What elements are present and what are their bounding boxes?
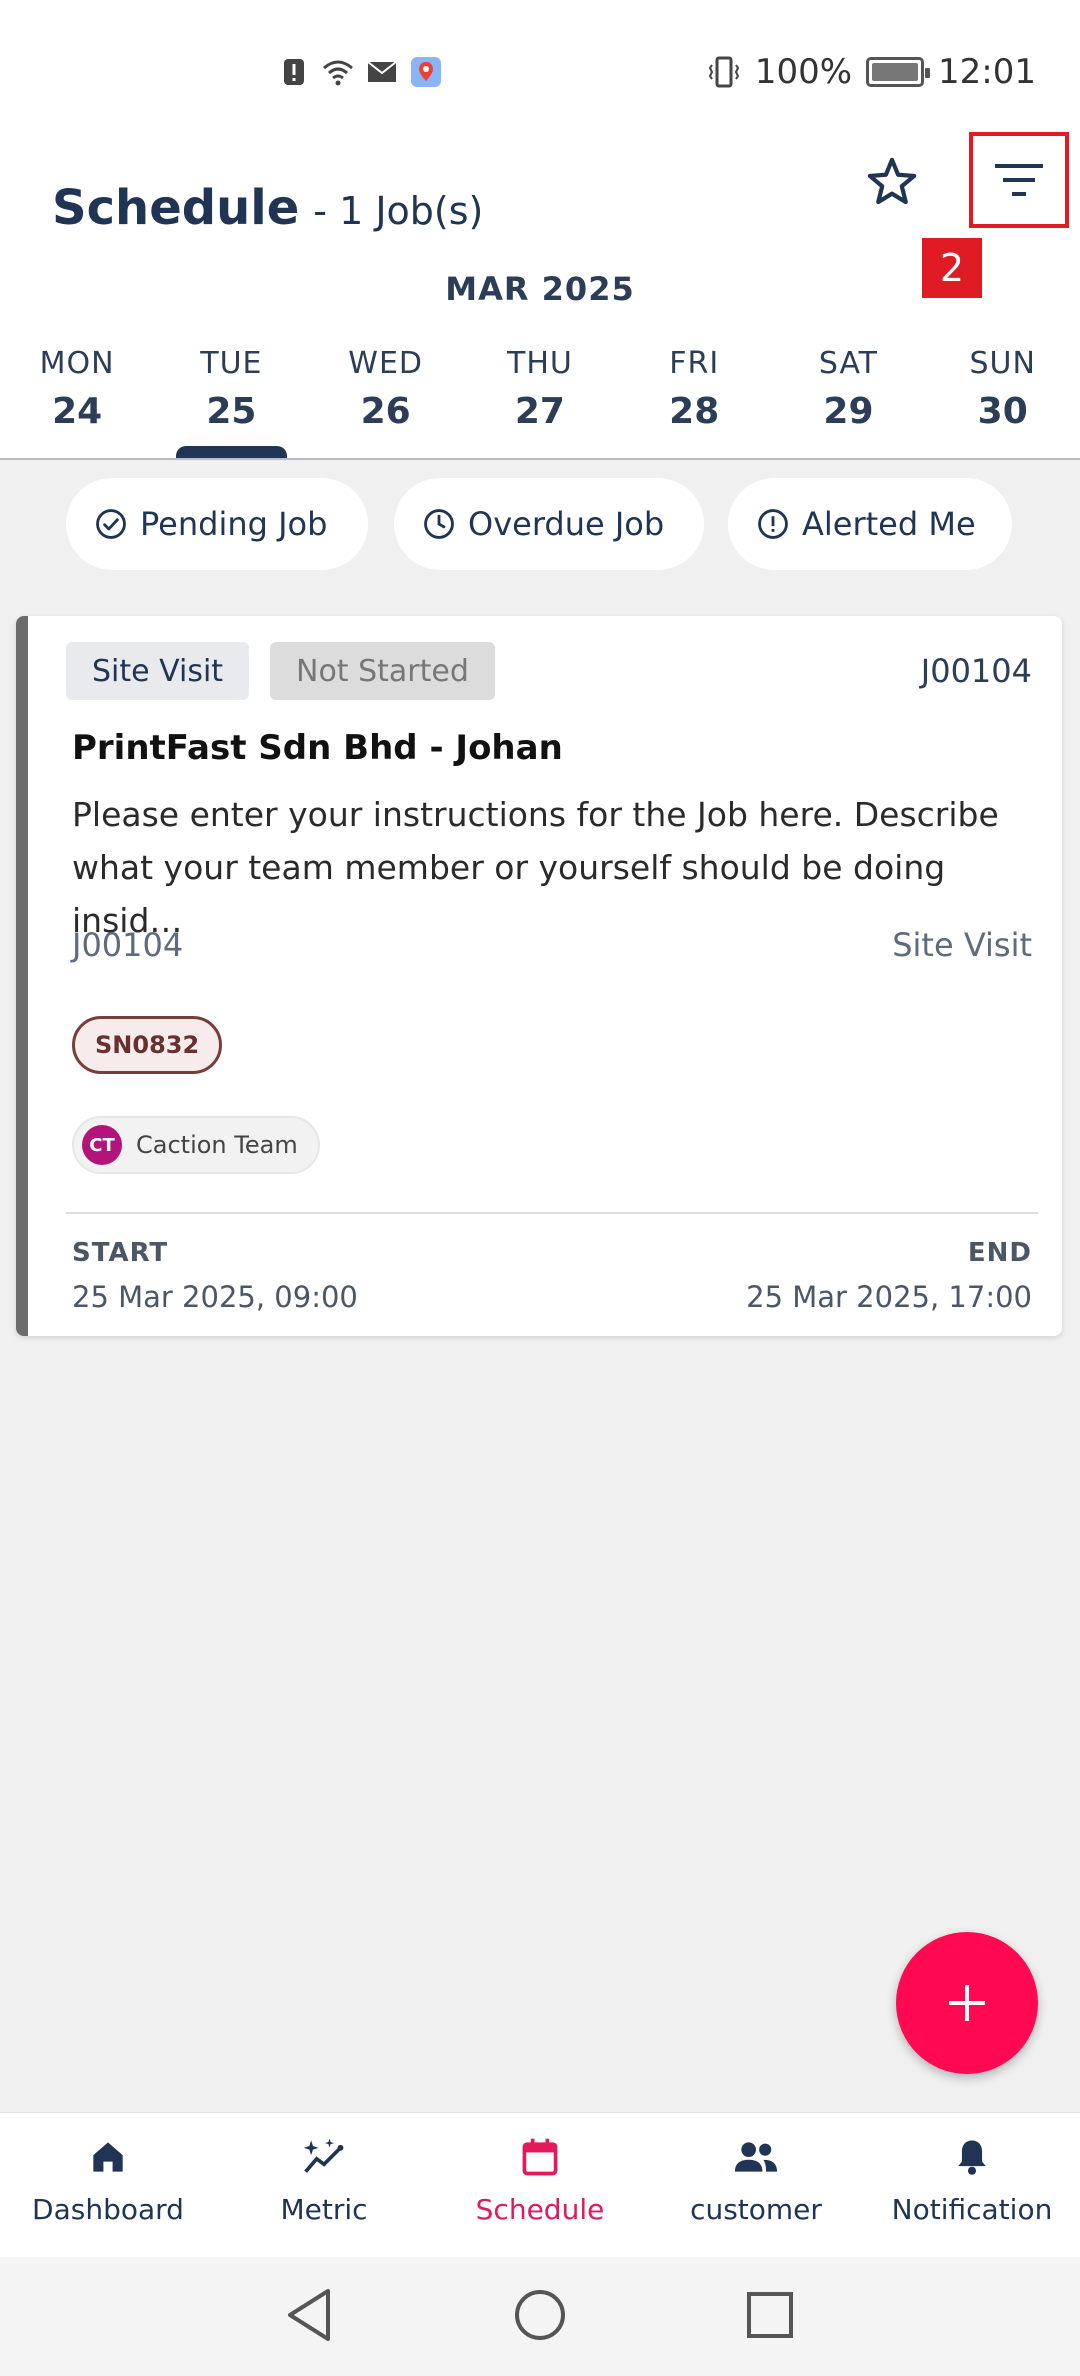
job-count: - 1 Job(s)	[313, 189, 484, 233]
job-type-secondary: Site Visit	[892, 926, 1032, 964]
status-icons-left	[278, 56, 442, 88]
filter-button[interactable]	[969, 132, 1069, 228]
battery-percent: 100%	[754, 52, 853, 92]
start-label: START	[72, 1238, 169, 1268]
nav-customer[interactable]: customer	[648, 2113, 864, 2257]
day-date: 28	[669, 391, 720, 432]
team-pill: CT Caction Team	[72, 1116, 320, 1174]
customer-name: PrintFast Sdn Bhd - Johan	[72, 728, 563, 768]
day-date: 27	[514, 391, 565, 432]
day-mon[interactable]: MON 24	[0, 346, 154, 458]
system-recents-button[interactable]	[740, 2285, 800, 2345]
day-date: 24	[52, 391, 103, 432]
day-name: SUN	[969, 346, 1036, 381]
back-triangle-icon	[288, 2289, 330, 2341]
calendar-icon	[522, 2138, 558, 2176]
job-id: J00104	[920, 652, 1032, 690]
clock: 12:01	[938, 52, 1036, 92]
page-title-group: Schedule - 1 Job(s)	[52, 180, 483, 236]
schedule-header: Schedule - 1 Job(s) 2 MAR 2025 MON 24 TUE…	[0, 132, 1080, 460]
nav-label: Dashboard	[32, 2193, 184, 2226]
chip-label: Alerted Me	[802, 505, 976, 543]
nav-notification[interactable]: Notification	[864, 2113, 1080, 2257]
bottom-navigation: Dashboard Metric Schedule customer Notif…	[0, 2112, 1080, 2257]
serial-number-pill: SN0832	[72, 1016, 223, 1074]
sparkle-chart-icon	[303, 2138, 344, 2173]
selected-day-indicator	[176, 446, 287, 458]
job-card[interactable]: Site Visit Not Started J00104 PrintFast …	[16, 616, 1062, 1336]
job-id-secondary: J00104	[72, 926, 184, 964]
pending-job-chip[interactable]: Pending Job	[66, 478, 368, 570]
day-name: SAT	[818, 346, 879, 381]
recents-square-icon	[747, 2292, 793, 2338]
clock-icon	[424, 509, 454, 539]
page-title: Schedule	[52, 180, 300, 236]
system-navigation-bar	[0, 2257, 1080, 2376]
day-sat[interactable]: SAT 29	[771, 346, 925, 458]
chip-label: Overdue Job	[468, 505, 665, 543]
day-date: 26	[360, 391, 411, 432]
day-date: 29	[823, 391, 874, 432]
day-thu[interactable]: THU 27	[463, 346, 617, 458]
favorite-button[interactable]	[860, 150, 924, 214]
wifi-icon	[323, 60, 353, 86]
day-name: FRI	[669, 346, 720, 381]
day-wed[interactable]: WED 26	[309, 346, 463, 458]
job-description: Please enter your instructions for the J…	[72, 795, 999, 940]
day-name: THU	[507, 346, 573, 381]
nav-schedule[interactable]: Schedule	[432, 2113, 648, 2257]
mail-icon	[367, 61, 397, 82]
people-icon	[734, 2142, 778, 2172]
job-type-tag: Site Visit	[66, 642, 250, 700]
system-back-button[interactable]	[280, 2285, 340, 2345]
nav-label: Schedule	[475, 2193, 605, 2226]
star-icon	[867, 157, 917, 205]
end-label: END	[967, 1238, 1032, 1268]
job-status-tag: Not Started	[270, 642, 495, 700]
home-circle-icon	[515, 2290, 565, 2340]
day-date: 25	[206, 391, 257, 432]
day-name: MON	[39, 346, 115, 381]
nav-label: Metric	[280, 2193, 368, 2226]
bell-icon	[958, 2140, 986, 2175]
alert-icon	[284, 59, 304, 85]
alerted-me-chip[interactable]: Alerted Me	[728, 478, 1012, 570]
nav-label: customer	[690, 2193, 822, 2226]
overdue-job-chip[interactable]: Overdue Job	[394, 478, 704, 570]
battery-icon	[866, 57, 931, 87]
day-name: WED	[348, 346, 424, 381]
system-home-button[interactable]	[510, 2285, 570, 2345]
nav-metric[interactable]: Metric	[216, 2113, 432, 2257]
status-bar: 100% 12:01	[0, 0, 1080, 150]
quick-filter-chips: Pending Job Overdue Job Alerted Me	[0, 460, 1080, 584]
chip-label: Pending Job	[140, 505, 328, 543]
card-divider	[66, 1212, 1038, 1214]
home-icon	[93, 2142, 123, 2172]
day-date: 30	[977, 391, 1028, 432]
nav-dashboard[interactable]: Dashboard	[0, 2113, 216, 2257]
month-label: MAR 2025	[445, 270, 635, 308]
maps-icon	[411, 57, 441, 87]
vibrate-icon	[708, 56, 739, 88]
check-circle-icon	[96, 509, 126, 539]
day-tue[interactable]: TUE 25	[154, 346, 308, 458]
end-datetime: 25 Mar 2025, 17:00	[746, 1280, 1032, 1314]
team-name: Caction Team	[136, 1131, 298, 1159]
status-icons-right: 100% 12:01	[707, 52, 1036, 92]
day-name: TUE	[200, 346, 263, 381]
filter-icon	[995, 164, 1043, 196]
day-sun[interactable]: SUN 30	[926, 346, 1080, 458]
alert-circle-icon	[758, 509, 788, 539]
add-job-button[interactable]	[896, 1932, 1038, 2074]
start-datetime: 25 Mar 2025, 09:00	[72, 1280, 358, 1314]
plus-icon	[949, 1985, 985, 2021]
week-day-strip: MON 24 TUE 25 WED 26 THU 27 FRI 28 SAT 29 SUN 3…	[0, 346, 1080, 458]
day-fri[interactable]: FRI 28	[617, 346, 771, 458]
team-avatar: CT	[82, 1125, 122, 1165]
nav-label: Notification	[891, 2193, 1053, 2226]
